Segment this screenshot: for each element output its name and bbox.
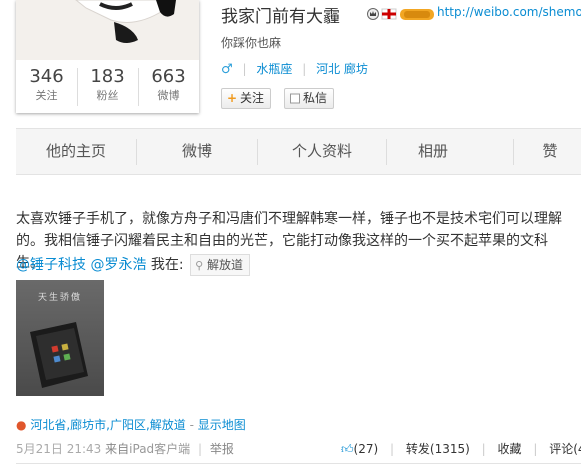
england-flag-icon xyxy=(381,8,397,20)
place-chip[interactable]: ⚲ 解放道 xyxy=(190,254,250,276)
comment-button[interactable]: 评论(452) xyxy=(549,442,581,456)
thumbs-up-icon: 👍︎ xyxy=(341,442,354,456)
divider: | xyxy=(533,442,538,456)
following-count: 346 xyxy=(29,66,64,87)
posts-label: 微博 xyxy=(157,89,180,102)
report-link[interactable]: 举报 xyxy=(210,442,234,456)
avatar[interactable] xyxy=(16,0,199,60)
mention-link[interactable]: @罗永浩 xyxy=(90,257,146,273)
divider: | xyxy=(390,442,395,456)
location-pin-icon: ● xyxy=(16,418,27,432)
message-button-label: 私信 xyxy=(303,91,328,105)
divider: | xyxy=(242,62,247,76)
like-count: (27) xyxy=(353,442,379,456)
tab-home[interactable]: 他的主页 xyxy=(16,129,136,174)
favorite-button[interactable]: 收藏 xyxy=(498,442,522,456)
follow-button[interactable]: + 关注 xyxy=(221,88,272,109)
divider: | xyxy=(481,442,486,456)
followers-count: 183 xyxy=(90,66,125,87)
repost-button[interactable]: 转发(1315) xyxy=(406,442,470,456)
follow-button-label: 关注 xyxy=(240,91,265,105)
profile-info-row: ♂ | 水瓶座 | 河北 廊坊 xyxy=(221,60,368,77)
weibo-url-link[interactable]: http://weibo.com/shemos xyxy=(437,5,581,19)
post-mentions-row: @锤子科技 @罗永浩 我在: ⚲ 解放道 xyxy=(16,254,250,276)
posts-count: 663 xyxy=(151,66,186,87)
source-prefix: 来自 xyxy=(105,442,130,456)
divider: | xyxy=(198,442,203,456)
at-label: 我在: xyxy=(150,257,184,273)
profile-name: 我家门前有大霾 xyxy=(221,7,340,27)
followers-stat[interactable]: 183 粉丝 xyxy=(77,66,138,104)
vip-badge-icon xyxy=(400,9,434,20)
location-detail-link[interactable]: 河北省,廊坊市,广阳区,解放道 xyxy=(30,418,185,432)
tab-likes[interactable]: 赞 xyxy=(535,129,565,174)
profile-card: 346 关注 183 粉丝 663 微博 xyxy=(16,0,199,113)
badge-group xyxy=(367,6,435,20)
mention-link[interactable]: @锤子科技 xyxy=(16,257,86,273)
dash: - xyxy=(189,418,198,432)
male-gender-icon: ♂ xyxy=(221,62,233,77)
tab-divider xyxy=(513,139,514,165)
zodiac-link[interactable]: 水瓶座 xyxy=(256,62,292,76)
tab-weibo[interactable]: 微博 xyxy=(137,129,257,174)
bottom-divider xyxy=(16,463,581,464)
tab-profile-info[interactable]: 个人资料 xyxy=(258,129,386,174)
location-link[interactable]: 河北 廊坊 xyxy=(316,62,368,76)
post-meta-line: 5月21日 21:43 来自iPad客户端 | 举报 xyxy=(16,440,234,457)
followers-label: 粉丝 xyxy=(96,89,119,102)
message-icon xyxy=(290,89,300,114)
message-button[interactable]: 私信 xyxy=(284,88,335,109)
following-stat[interactable]: 346 关注 xyxy=(16,66,77,104)
image-caption: 天生骄傲 xyxy=(37,293,82,303)
place-chip-label: 解放道 xyxy=(206,258,243,272)
plus-icon: + xyxy=(227,91,238,105)
post-timestamp[interactable]: 5月21日 21:43 xyxy=(16,442,101,456)
posts-stat[interactable]: 663 微博 xyxy=(138,66,199,104)
tab-album[interactable]: 相册 xyxy=(387,129,479,174)
divider: | xyxy=(302,62,307,76)
crown-badge-icon xyxy=(367,8,379,20)
pin-icon: ⚲ xyxy=(195,259,204,272)
source-link[interactable]: iPad客户端 xyxy=(129,442,190,456)
profile-bio: 你踩你也麻 xyxy=(221,36,282,50)
following-label: 关注 xyxy=(35,89,58,102)
like-button[interactable]: 👍︎(27) xyxy=(341,442,382,456)
profile-tab-bar: 他的主页 微博 个人资料 相册 赞 xyxy=(16,128,581,175)
show-map-link[interactable]: 显示地图 xyxy=(198,418,246,432)
post-actions: 👍︎(27) | 转发(1315) | 收藏 | 评论(452) xyxy=(341,440,581,457)
post-image-thumbnail[interactable]: 天生骄傲 xyxy=(16,280,104,396)
post-location-line: ● 河北省,廊坊市,广阳区,解放道 - 显示地图 xyxy=(16,416,246,433)
